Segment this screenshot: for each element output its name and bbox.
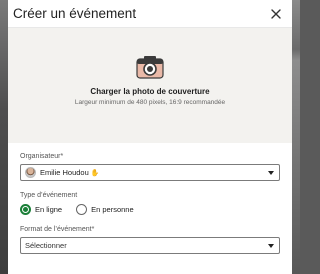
cover-photo-upload[interactable]: Charger la photo de couverture Largeur m… [8, 28, 292, 143]
radio-in-person-label: En personne [91, 205, 134, 214]
radio-online[interactable]: En ligne [20, 204, 62, 215]
avatar [25, 167, 36, 178]
event-type-radio-group: En ligne En personne [20, 204, 280, 215]
radio-selected-icon [20, 204, 31, 215]
camera-icon [135, 54, 165, 80]
event-type-label: Type d’événement [20, 192, 78, 199]
cover-upload-hint: Largeur minimum de 480 pixels, 16:9 reco… [74, 99, 226, 106]
event-format-field: Format de l’événement* Sélectionner [20, 226, 280, 254]
event-form: Organisateur* Emilie Houdou ✋ Type d’évé… [8, 143, 292, 254]
event-type-field: Type d’événement En ligne En personne [20, 192, 280, 215]
event-format-label: Format de l’événement* [20, 226, 95, 233]
modal-header: Créer un événement [8, 0, 292, 28]
close-icon [271, 8, 281, 19]
create-event-modal: Créer un événement Charger la photo de c… [8, 0, 292, 274]
page-backdrop-right [292, 0, 300, 274]
screen: Créer un événement Charger la photo de c… [0, 0, 300, 274]
radio-online-label: En ligne [35, 205, 63, 214]
organizer-select[interactable]: Emilie Houdou ✋ [20, 164, 280, 181]
cover-upload-title: Charger la photo de couverture [90, 87, 210, 96]
event-format-select[interactable]: Sélectionner [20, 237, 280, 254]
chevron-down-icon [268, 244, 274, 248]
organizer-field: Organisateur* Emilie Houdou ✋ [20, 153, 280, 181]
wave-hand-icon: ✋ [90, 169, 100, 177]
chevron-down-icon [268, 171, 274, 175]
radio-in-person[interactable]: En personne [76, 204, 134, 215]
modal-title: Créer un événement [13, 6, 137, 21]
organizer-label: Organisateur* [20, 153, 64, 160]
page-backdrop-left [0, 0, 8, 274]
event-format-value: Sélectionner [25, 241, 67, 250]
close-button[interactable] [268, 6, 284, 22]
radio-unselected-icon [76, 204, 88, 215]
organizer-value: Emilie Houdou [40, 168, 89, 177]
